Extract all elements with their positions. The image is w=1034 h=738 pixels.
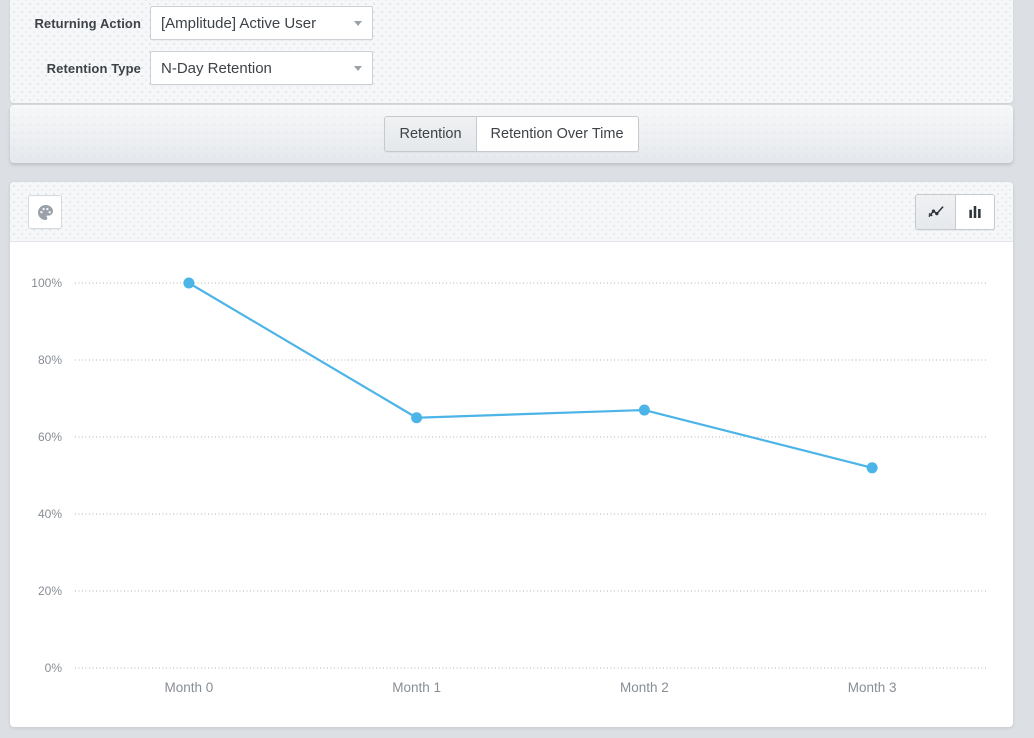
tab-retention[interactable]: Retention (385, 117, 475, 151)
y-axis-tick-label: 20% (38, 584, 62, 598)
y-axis-tick-label: 100% (31, 276, 62, 290)
line-chart-toggle-button[interactable] (916, 195, 955, 229)
returning-action-value: [Amplitude] Active User (161, 15, 348, 32)
returning-action-dropdown[interactable]: [Amplitude] Active User (150, 6, 373, 40)
retention-type-row: Retention Type N-Day Retention (10, 51, 141, 85)
chart-svg: 100% 80% 60% 40% 20% 0% Month 0 Month 1 Month 2 M… (10, 242, 1013, 727)
bar-chart-icon (966, 203, 984, 221)
y-axis-tick-label: 80% (38, 353, 62, 367)
chart-panel: 100% 80% 60% 40% 20% 0% Month 0 Month 1 Month 2 M… (10, 182, 1013, 727)
retention-type-dropdown[interactable]: N-Day Retention (150, 51, 373, 85)
retention-series-line (189, 283, 872, 468)
data-point[interactable] (867, 462, 878, 473)
y-axis-tick-label: 60% (38, 430, 62, 444)
x-axis-label: Month 0 (164, 680, 213, 695)
view-tab-strip: Retention Retention Over Time (10, 105, 1013, 163)
y-axis-tick-label: 40% (38, 507, 62, 521)
tab-retention-over-time[interactable]: Retention Over Time (476, 117, 638, 151)
x-axis-label: Month 2 (620, 680, 669, 695)
data-point[interactable] (183, 278, 194, 289)
chart-toolbar (10, 182, 1013, 242)
view-tab-group: Retention Retention Over Time (384, 116, 638, 152)
line-chart-icon (926, 202, 946, 222)
data-point[interactable] (639, 405, 650, 416)
chevron-down-icon (354, 21, 362, 26)
retention-type-value: N-Day Retention (161, 60, 348, 77)
returning-action-label: Returning Action (10, 16, 141, 31)
filter-panel: Returning Action [Amplitude] Active User… (10, 0, 1013, 103)
retention-type-label: Retention Type (10, 61, 141, 76)
x-axis-label: Month 3 (848, 680, 897, 695)
retention-line-chart: 100% 80% 60% 40% 20% 0% Month 0 Month 1 Month 2 M… (10, 242, 1013, 727)
y-axis-tick-label: 0% (45, 661, 63, 675)
chevron-down-icon (354, 66, 362, 71)
data-point[interactable] (411, 412, 422, 423)
returning-action-row: Returning Action [Amplitude] Active User (10, 6, 141, 40)
bar-chart-toggle-button[interactable] (955, 195, 994, 229)
x-axis-label: Month 1 (392, 680, 441, 695)
palette-icon (36, 203, 55, 222)
chart-type-toggle (915, 194, 995, 230)
palette-button[interactable] (28, 195, 62, 229)
